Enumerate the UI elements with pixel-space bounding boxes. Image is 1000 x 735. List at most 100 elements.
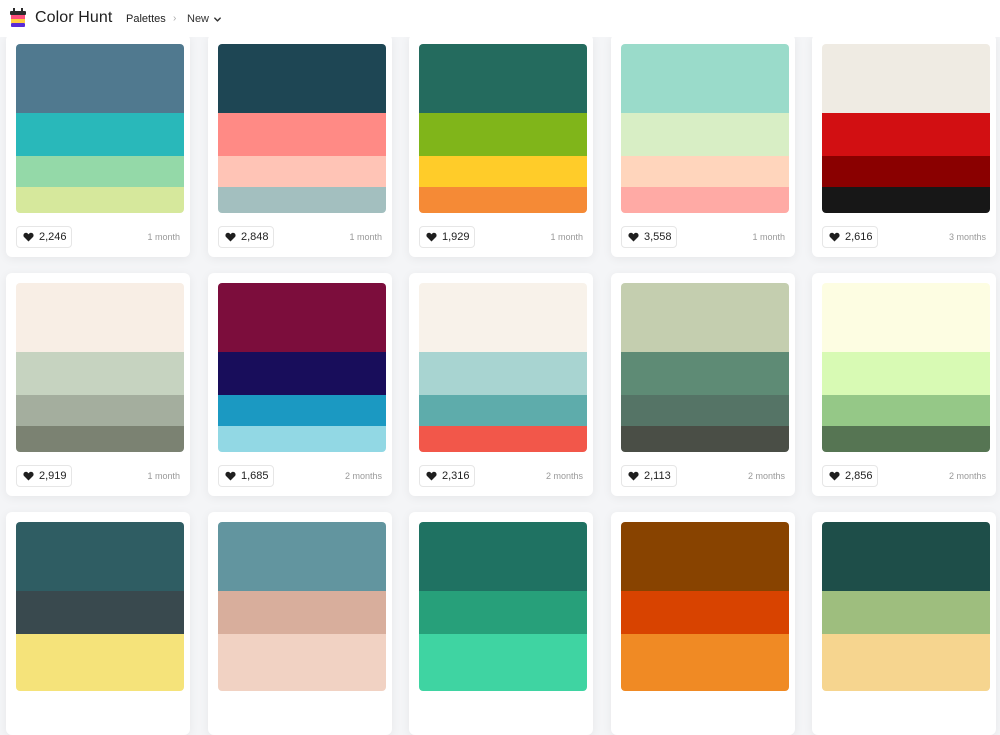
color-swatch[interactable]	[621, 187, 789, 213]
color-swatch[interactable]	[822, 395, 990, 426]
color-swatch[interactable]	[16, 113, 184, 156]
color-swatch[interactable]	[419, 522, 587, 591]
like-button[interactable]: 2,919	[16, 465, 72, 487]
like-button[interactable]: 2,848	[218, 226, 274, 248]
color-swatch[interactable]	[419, 113, 587, 156]
color-swatch[interactable]	[218, 187, 386, 213]
palette-card[interactable]	[409, 512, 593, 735]
palette-swatches[interactable]	[218, 283, 386, 452]
like-button[interactable]: 2,246	[16, 226, 72, 248]
color-swatch[interactable]	[16, 156, 184, 187]
color-swatch[interactable]	[419, 395, 587, 426]
color-swatch[interactable]	[419, 426, 587, 452]
palette-card[interactable]	[6, 512, 190, 735]
color-swatch[interactable]	[621, 156, 789, 187]
color-swatch[interactable]	[621, 395, 789, 426]
palette-swatches[interactable]	[218, 44, 386, 213]
color-swatch[interactable]	[822, 283, 990, 352]
color-swatch[interactable]	[218, 634, 386, 665]
color-swatch[interactable]	[822, 187, 990, 213]
palette-card[interactable]: 2,316 2 months	[409, 273, 593, 496]
color-swatch[interactable]	[621, 113, 789, 156]
nav-new-dropdown[interactable]: New	[187, 13, 222, 25]
color-swatch[interactable]	[16, 665, 184, 691]
palette-swatches[interactable]	[621, 283, 789, 452]
palette-card[interactable]: 3,558 1 month	[611, 34, 795, 257]
color-swatch[interactable]	[621, 665, 789, 691]
color-swatch[interactable]	[822, 634, 990, 665]
palette-swatches[interactable]	[16, 283, 184, 452]
palette-card[interactable]: 2,113 2 months	[611, 273, 795, 496]
color-swatch[interactable]	[621, 352, 789, 395]
color-swatch[interactable]	[419, 352, 587, 395]
color-swatch[interactable]	[218, 522, 386, 591]
palette-card[interactable]: 1,929 1 month	[409, 34, 593, 257]
color-hunt-logo-icon[interactable]	[8, 8, 28, 30]
color-swatch[interactable]	[822, 44, 990, 113]
palette-swatches[interactable]	[822, 522, 990, 691]
color-swatch[interactable]	[419, 283, 587, 352]
color-swatch[interactable]	[16, 591, 184, 634]
color-swatch[interactable]	[419, 665, 587, 691]
like-button[interactable]: 2,856	[822, 465, 878, 487]
palette-card[interactable]: 1,685 2 months	[208, 273, 392, 496]
color-swatch[interactable]	[218, 44, 386, 113]
color-swatch[interactable]	[16, 187, 184, 213]
color-swatch[interactable]	[218, 665, 386, 691]
like-button[interactable]: 1,929	[419, 226, 475, 248]
nav-palettes-link[interactable]: Palettes	[126, 13, 166, 25]
brand-name[interactable]: Color Hunt	[35, 9, 112, 27]
palette-swatches[interactable]	[16, 44, 184, 213]
color-swatch[interactable]	[16, 522, 184, 591]
color-swatch[interactable]	[218, 283, 386, 352]
like-button[interactable]: 2,113	[621, 465, 677, 487]
color-swatch[interactable]	[16, 44, 184, 113]
color-swatch[interactable]	[16, 352, 184, 395]
palette-swatches[interactable]	[419, 522, 587, 691]
color-swatch[interactable]	[16, 395, 184, 426]
color-swatch[interactable]	[218, 352, 386, 395]
color-swatch[interactable]	[621, 522, 789, 591]
color-swatch[interactable]	[621, 44, 789, 113]
palette-swatches[interactable]	[822, 44, 990, 213]
color-swatch[interactable]	[822, 665, 990, 691]
color-swatch[interactable]	[16, 283, 184, 352]
palette-swatches[interactable]	[218, 522, 386, 691]
color-swatch[interactable]	[419, 634, 587, 665]
color-swatch[interactable]	[822, 522, 990, 591]
color-swatch[interactable]	[621, 426, 789, 452]
color-swatch[interactable]	[621, 634, 789, 665]
color-swatch[interactable]	[621, 591, 789, 634]
palette-card[interactable]: 2,919 1 month	[6, 273, 190, 496]
palette-card[interactable]: 2,856 2 months	[812, 273, 996, 496]
palette-card[interactable]: 2,246 1 month	[6, 34, 190, 257]
color-swatch[interactable]	[419, 591, 587, 634]
palette-card[interactable]	[812, 512, 996, 735]
color-swatch[interactable]	[822, 591, 990, 634]
like-button[interactable]: 2,616	[822, 226, 878, 248]
palette-card[interactable]: 2,848 1 month	[208, 34, 392, 257]
palette-swatches[interactable]	[419, 283, 587, 452]
palette-card[interactable]: 2,616 3 months	[812, 34, 996, 257]
color-swatch[interactable]	[419, 187, 587, 213]
color-swatch[interactable]	[218, 395, 386, 426]
palette-swatches[interactable]	[822, 283, 990, 452]
palette-swatches[interactable]	[419, 44, 587, 213]
color-swatch[interactable]	[621, 283, 789, 352]
like-button[interactable]: 3,558	[621, 226, 677, 248]
color-swatch[interactable]	[16, 634, 184, 665]
color-swatch[interactable]	[822, 156, 990, 187]
like-button[interactable]: 2,316	[419, 465, 475, 487]
color-swatch[interactable]	[16, 426, 184, 452]
palette-swatches[interactable]	[621, 44, 789, 213]
color-swatch[interactable]	[218, 591, 386, 634]
color-swatch[interactable]	[822, 352, 990, 395]
color-swatch[interactable]	[218, 426, 386, 452]
color-swatch[interactable]	[822, 426, 990, 452]
color-swatch[interactable]	[419, 44, 587, 113]
color-swatch[interactable]	[822, 113, 990, 156]
palette-swatches[interactable]	[621, 522, 789, 691]
palette-swatches[interactable]	[16, 522, 184, 691]
color-swatch[interactable]	[218, 156, 386, 187]
color-swatch[interactable]	[419, 156, 587, 187]
